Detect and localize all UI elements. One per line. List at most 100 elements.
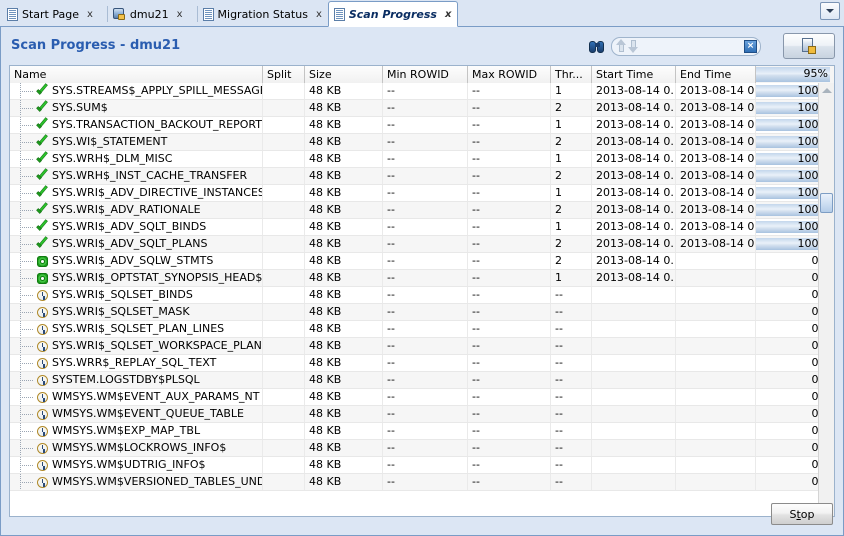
table-row[interactable]: SYS.WRI$_SQLSET_MASK48 KB------0% xyxy=(10,304,834,321)
table-row[interactable]: SYS.TRANSACTION_BACKOUT_REPORT$ 48 KB -- --… xyxy=(10,117,834,134)
cell-name: SYS.WI$_STATEMENT xyxy=(10,134,263,150)
table-row[interactable]: SYS.WRI$_ADV_SQLT_BINDS 48 KB -- -- 1 2013-08… xyxy=(10,219,834,236)
search-input[interactable] xyxy=(640,38,744,54)
close-icon[interactable]: × xyxy=(744,39,757,53)
cell-start-time xyxy=(592,372,676,388)
cell-name: SYS.WRI$_ADV_SQLT_BINDS xyxy=(10,219,263,235)
column-header-split[interactable]: Split xyxy=(263,66,305,83)
tab-overflow-button[interactable] xyxy=(820,2,840,20)
close-icon[interactable]: x xyxy=(85,9,95,20)
table-row[interactable]: SYS.WRH$_INST_CACHE_TRANSFER 48 KB -- -- 2 20… xyxy=(10,168,834,185)
column-header-name[interactable]: Name xyxy=(10,66,263,83)
status-pending-icon xyxy=(36,340,49,353)
cell-min-rowid: -- xyxy=(383,372,468,388)
status-complete-icon xyxy=(36,102,49,115)
column-header-min-rowid[interactable]: Min ROWID xyxy=(383,66,468,83)
status-pending-icon xyxy=(36,442,49,455)
close-icon[interactable]: x xyxy=(443,9,453,20)
close-icon[interactable]: x xyxy=(175,9,185,20)
table-row[interactable]: SYS.WRI$_ADV_SQLW_STMTS 48 KB -- -- 2 2013-08… xyxy=(10,253,834,270)
table-row[interactable]: SYS.WRI$_OPTSTAT_SYNOPSIS_HEAD$ 48 KB -- --… xyxy=(10,270,834,287)
cell-end-time xyxy=(676,389,756,405)
chevron-down-icon xyxy=(826,9,834,13)
table-row[interactable]: SYS.WRI$_SQLSET_BINDS48 KB------0% xyxy=(10,287,834,304)
tree-indent-guide xyxy=(10,100,36,116)
cell-threads: -- xyxy=(551,474,592,490)
column-header-size[interactable]: Size xyxy=(305,66,383,83)
tab-dmu21[interactable]: dmu21 x xyxy=(99,2,189,26)
column-header-progress[interactable]: 95% xyxy=(756,66,834,83)
arrow-down-icon[interactable] xyxy=(628,39,639,53)
vertical-scrollbar[interactable] xyxy=(818,83,834,516)
table-row[interactable]: SYS.WRI$_ADV_RATIONALE 48 KB -- -- 2 2013-08-… xyxy=(10,202,834,219)
tab-migration-status[interactable]: Migration Status x xyxy=(189,2,328,26)
table-row[interactable]: SYS.WRH$_DLM_MISC 48 KB -- -- 1 2013-08-14 0.… xyxy=(10,151,834,168)
database-lock-button[interactable] xyxy=(783,33,835,59)
cell-name: SYS.TRANSACTION_BACKOUT_REPORT$ xyxy=(10,117,263,133)
table-row[interactable]: WMSYS.WM$VERSIONED_TABLES_UNDO_C48 KB---… xyxy=(10,474,834,491)
table-row[interactable]: SYS.WRI$_SQLSET_PLAN_LINES48 KB------0% xyxy=(10,321,834,338)
cell-start-time xyxy=(592,338,676,354)
table-row[interactable]: SYS.WRI$_ADV_DIRECTIVE_INSTANCES 48 KB -- -… xyxy=(10,185,834,202)
table-row[interactable]: SYS.SUM$ 48 KB -- -- 2 2013-08-14 0... 2013-08… xyxy=(10,100,834,117)
column-header-max-rowid[interactable]: Max ROWID xyxy=(468,66,551,83)
tree-indent-guide xyxy=(10,440,36,456)
cell-min-rowid: -- xyxy=(383,202,468,218)
table-row[interactable]: SYS.WI$_STATEMENT 48 KB -- -- 2 2013-08-14 0.… xyxy=(10,134,834,151)
tree-indent-guide xyxy=(10,236,36,252)
arrow-up-icon[interactable] xyxy=(616,39,627,53)
cell-size: 48 KB xyxy=(305,338,383,354)
cell-max-rowid: -- xyxy=(468,372,551,388)
table-row[interactable]: SYSTEM.LOGSTDBY$PLSQL48 KB------0% xyxy=(10,372,834,389)
table-row[interactable]: WMSYS.WM$UDTRIG_INFO$48 KB------0% xyxy=(10,457,834,474)
table-row[interactable]: WMSYS.WM$LOCKROWS_INFO$48 KB------0% xyxy=(10,440,834,457)
column-header-threads[interactable]: Thr... xyxy=(551,66,592,83)
tab-start-page[interactable]: Start Page x xyxy=(2,2,99,26)
tree-indent-guide xyxy=(10,83,36,99)
cell-threads: 1 xyxy=(551,83,592,99)
cell-end-time xyxy=(676,287,756,303)
cell-start-time: 2013-08-14 0... xyxy=(592,151,676,167)
tree-indent-guide xyxy=(10,423,36,439)
cell-end-time xyxy=(676,440,756,456)
cell-min-rowid: -- xyxy=(383,236,468,252)
cell-size: 48 KB xyxy=(305,304,383,320)
table-name-label: SYS.WRI$_SQLSET_BINDS xyxy=(52,288,193,301)
table-name-label: SYS.WRI$_SQLSET_MASK xyxy=(52,305,190,318)
cell-min-rowid: -- xyxy=(383,287,468,303)
cell-start-time: 2013-08-14 0... xyxy=(592,100,676,116)
table-row[interactable]: WMSYS.WM$EVENT_AUX_PARAMS_NT48 KB------0… xyxy=(10,389,834,406)
tree-indent-guide xyxy=(10,372,36,388)
tab-scan-progress[interactable]: Scan Progress x xyxy=(327,1,459,27)
tree-indent-guide xyxy=(10,355,36,371)
binoculars-icon[interactable] xyxy=(589,39,606,53)
table-row[interactable]: SYS.WRI$_SQLSET_WORKSPACE_PLANS 48 KB -- --… xyxy=(10,338,834,355)
cell-max-rowid: -- xyxy=(468,185,551,201)
close-icon[interactable]: x xyxy=(314,9,324,20)
table-row[interactable]: SYS.STREAMS$_APPLY_SPILL_MESSAGES 48 KB --… xyxy=(10,83,834,100)
scan-progress-table: Name Split Size Min ROWID Max ROWID Thr... Sta… xyxy=(9,65,835,517)
column-header-end-time[interactable]: End Time xyxy=(676,66,756,83)
cell-threads: 2 xyxy=(551,100,592,116)
table-row[interactable]: WMSYS.WM$EVENT_QUEUE_TABLE48 KB------0% xyxy=(10,406,834,423)
table-row[interactable]: SYS.WRR$_REPLAY_SQL_TEXT48 KB------0% xyxy=(10,355,834,372)
cell-max-rowid: -- xyxy=(468,304,551,320)
cell-min-rowid: -- xyxy=(383,355,468,371)
cell-min-rowid: -- xyxy=(383,321,468,337)
cell-size: 48 KB xyxy=(305,372,383,388)
cell-max-rowid: -- xyxy=(468,457,551,473)
tab-separator xyxy=(196,6,198,22)
cell-name: SYS.WRR$_REPLAY_SQL_TEXT xyxy=(10,355,263,371)
column-header-start-time[interactable]: Start Time xyxy=(592,66,676,83)
cell-threads: 2 xyxy=(551,134,592,150)
cell-start-time xyxy=(592,287,676,303)
scroll-up-button[interactable] xyxy=(819,83,834,98)
cell-name: SYS.WRI$_SQLSET_MASK xyxy=(10,304,263,320)
table-row[interactable]: SYS.WRI$_ADV_SQLT_PLANS 48 KB -- -- 2 2013-08… xyxy=(10,236,834,253)
table-row[interactable]: WMSYS.WM$EXP_MAP_TBL48 KB------0% xyxy=(10,423,834,440)
cell-max-rowid: -- xyxy=(468,253,551,269)
scrollbar-thumb[interactable] xyxy=(820,193,833,213)
cell-min-rowid: -- xyxy=(383,389,468,405)
cell-start-time xyxy=(592,423,676,439)
stop-button[interactable]: St op xyxy=(771,503,833,525)
